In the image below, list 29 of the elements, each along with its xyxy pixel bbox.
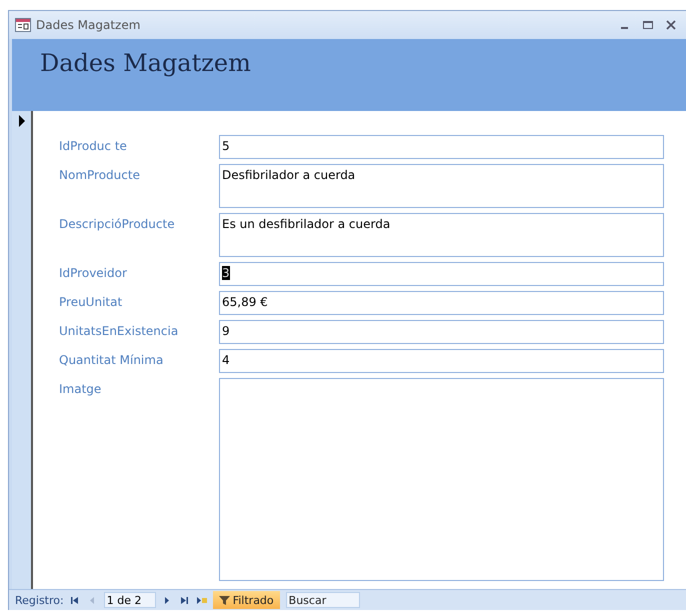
filter-button[interactable]: Filtrado	[212, 591, 280, 609]
input-field[interactable]: Desfibrilador a cuerda	[219, 164, 664, 208]
field-label: NomProducte	[59, 167, 141, 184]
input-field[interactable]: 3	[219, 262, 664, 286]
record-selector[interactable]	[12, 111, 33, 589]
record-number-field[interactable]: 1 de 2	[104, 592, 156, 608]
input-field[interactable]: 5	[219, 135, 664, 159]
input-field[interactable]: 9	[219, 320, 664, 344]
record-label: Registro:	[15, 594, 64, 606]
field-label: Quantitat Mínima	[59, 352, 164, 369]
image-field[interactable]	[219, 378, 664, 581]
funnel-icon	[218, 594, 230, 606]
input-field[interactable]: 4	[219, 349, 664, 373]
first-record-icon[interactable]	[70, 594, 81, 606]
field-label: UnitatsEnExistencia	[59, 323, 180, 340]
window-title: Dades Magatzem	[36, 18, 142, 32]
field-label: DescripcióProducte	[59, 216, 176, 233]
input-field[interactable]: Es un desfibrilador a cuerda	[219, 213, 664, 257]
new-record-icon[interactable]	[196, 594, 207, 606]
form-title: Dades Magatzem	[40, 49, 251, 77]
field-label: PreuUnitat	[59, 294, 124, 311]
form-icon	[15, 18, 31, 32]
field-label: IdProveidor	[59, 265, 128, 282]
input-field[interactable]: 65,89 €	[219, 291, 664, 315]
field-label: IdProduc te	[59, 138, 128, 155]
last-record-icon[interactable]	[178, 594, 190, 606]
search-field[interactable]: Buscar	[286, 592, 360, 608]
field-label: Imatge	[59, 381, 102, 398]
current-record-icon	[18, 115, 26, 127]
